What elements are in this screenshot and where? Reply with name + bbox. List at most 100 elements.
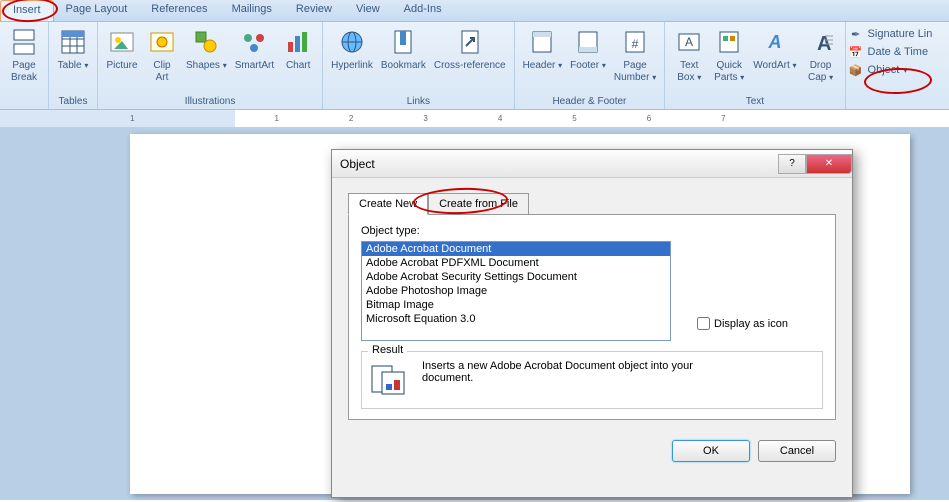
tab-view[interactable]: View: [344, 0, 392, 21]
clipart-icon: [146, 26, 178, 58]
textbox-button[interactable]: ATextBox: [669, 24, 709, 86]
shapes-button[interactable]: Shapes: [182, 24, 231, 74]
object-type-listbox[interactable]: Adobe Acrobat DocumentAdobe Acrobat PDFX…: [361, 241, 671, 341]
ruler-mark: 1: [274, 114, 278, 123]
quickparts-icon: [713, 26, 745, 58]
textbox-button-label: TextBox: [677, 60, 701, 84]
display-as-icon-checkbox[interactable]: Display as icon: [697, 317, 788, 330]
cancel-button[interactable]: Cancel: [758, 440, 836, 462]
pagenum-button[interactable]: #PageNumber: [610, 24, 660, 86]
clipart-button[interactable]: ClipArt: [142, 24, 182, 86]
ruler: 1 1 2 3 4 5 6 7: [0, 110, 949, 128]
picture-button[interactable]: Picture: [102, 24, 142, 74]
chart-button-label: Chart: [286, 60, 310, 72]
crossref-button[interactable]: Cross-reference: [430, 24, 510, 74]
crossref-button-label: Cross-reference: [434, 60, 506, 72]
page-break-button-label: PageBreak: [11, 60, 37, 84]
list-item[interactable]: Bitmap Image: [362, 298, 670, 312]
display-as-icon-input[interactable]: [697, 317, 710, 330]
dialog-title: Object: [340, 157, 778, 171]
hyperlink-button[interactable]: Hyperlink: [327, 24, 377, 74]
date-time-button[interactable]: 📅 Date & Time: [848, 44, 933, 60]
bookmark-button[interactable]: Bookmark: [377, 24, 430, 74]
ruler-mark: 2: [349, 114, 353, 123]
object-dialog: Object ? ✕ Create New Create from File O…: [331, 149, 853, 498]
smartart-icon: [238, 26, 270, 58]
dropcap-icon: A: [805, 26, 837, 58]
object-button-label: Object: [868, 64, 900, 76]
list-item[interactable]: Adobe Photoshop Image: [362, 284, 670, 298]
chart-button[interactable]: Chart: [278, 24, 318, 74]
result-text: Inserts a new Adobe Acrobat Document obj…: [422, 360, 702, 384]
tab-review[interactable]: Review: [284, 0, 344, 21]
smartart-button[interactable]: SmartArt: [231, 24, 278, 74]
tab-references[interactable]: References: [139, 0, 219, 21]
header-button[interactable]: Header: [519, 24, 567, 74]
shapes-button-label: Shapes: [186, 60, 227, 72]
textbox-icon: A: [673, 26, 705, 58]
ruler-mark: 7: [721, 114, 725, 123]
table-button[interactable]: Table: [53, 24, 93, 74]
result-icon: [370, 360, 410, 400]
smartart-button-label: SmartArt: [235, 60, 274, 72]
tab-addins[interactable]: Add-Ins: [392, 0, 454, 21]
header-button-label: Header: [523, 60, 563, 72]
ruler-mark: 1: [130, 114, 134, 123]
wordart-button-label: WordArt: [753, 60, 796, 72]
page-break-button[interactable]: PageBreak: [4, 24, 44, 86]
dialog-titlebar[interactable]: Object ? ✕: [332, 150, 852, 178]
crossref-icon: [454, 26, 486, 58]
ruler-mark: 5: [572, 114, 576, 123]
help-button[interactable]: ?: [778, 154, 806, 174]
close-button[interactable]: ✕: [806, 154, 852, 174]
list-item[interactable]: Adobe Acrobat Security Settings Document: [362, 270, 670, 284]
quickparts-button[interactable]: QuickParts: [709, 24, 749, 86]
ribbon-tabs: Insert Page Layout References Mailings R…: [0, 0, 949, 22]
hyperlink-icon: [336, 26, 368, 58]
bookmark-icon: [387, 26, 419, 58]
dropcap-button[interactable]: ADropCap: [801, 24, 841, 86]
signature-line-icon: ✒: [848, 26, 864, 42]
wordart-button[interactable]: AWordArt: [749, 24, 800, 74]
group-label: Tables: [53, 94, 93, 109]
ribbon: PageBreak Table Tables PictureClipArt Shape…: [0, 22, 949, 110]
group-label: Text: [669, 94, 840, 109]
tab-mailings[interactable]: Mailings: [220, 0, 284, 21]
quickparts-button-label: QuickParts: [714, 60, 744, 84]
dlg-tab-create-from-file[interactable]: Create from File: [428, 193, 529, 215]
display-as-icon-label: Display as icon: [714, 318, 788, 330]
group-label: Header & Footer: [519, 94, 661, 109]
list-item[interactable]: Microsoft Equation 3.0: [362, 312, 670, 326]
list-item[interactable]: Adobe Acrobat PDFXML Document: [362, 256, 670, 270]
svg-text:#: #: [632, 37, 639, 51]
hyperlink-button-label: Hyperlink: [331, 60, 373, 72]
group-label: [4, 105, 44, 109]
pagenum-icon: #: [619, 26, 651, 58]
tab-page-layout[interactable]: Page Layout: [54, 0, 140, 21]
group-label: Links: [327, 94, 509, 109]
object-button[interactable]: 📦Object: [848, 62, 933, 78]
date-time-button-label: Date & Time: [868, 46, 929, 58]
ruler-mark: 4: [498, 114, 502, 123]
dlg-tab-create-new[interactable]: Create New: [348, 193, 428, 215]
header-icon: [526, 26, 558, 58]
ruler-mark: 6: [647, 114, 651, 123]
ruler-mark: 3: [423, 114, 427, 123]
list-item[interactable]: Adobe Acrobat Document: [362, 242, 670, 256]
tab-insert[interactable]: Insert: [0, 0, 54, 21]
group-label: Illustrations: [102, 94, 318, 109]
ok-button[interactable]: OK: [672, 440, 750, 462]
object-type-label: Object type:: [361, 225, 823, 237]
page-break-icon: [8, 26, 40, 58]
result-title: Result: [368, 344, 407, 356]
close-icon: ✕: [825, 158, 833, 169]
bookmark-button-label: Bookmark: [381, 60, 426, 72]
signature-line-button[interactable]: ✒Signature Lin: [848, 26, 933, 42]
footer-button-label: Footer: [570, 60, 606, 72]
picture-icon: [106, 26, 138, 58]
footer-button[interactable]: Footer: [566, 24, 610, 74]
shapes-icon: [190, 26, 222, 58]
chart-icon: [282, 26, 314, 58]
date-time-icon: 📅: [848, 44, 864, 60]
result-box: Result Inserts a new Adobe Acrobat Docum…: [361, 351, 823, 409]
